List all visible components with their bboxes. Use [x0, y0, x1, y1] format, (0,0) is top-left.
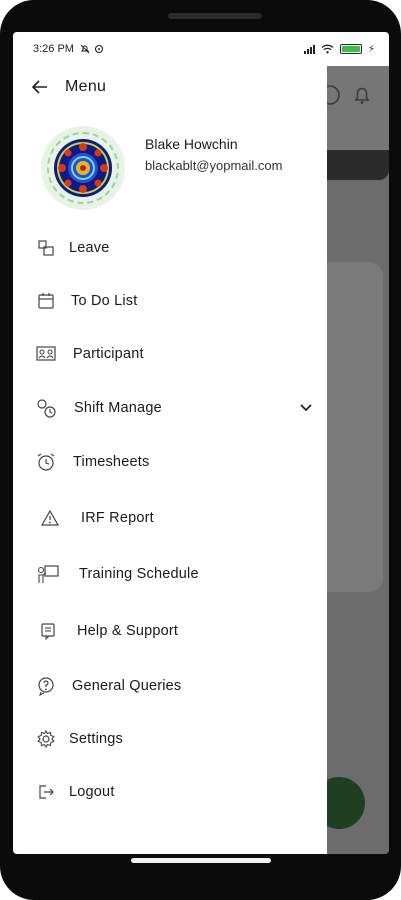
phone-frame: 3:26 PM ⚡ Menu Blake Howchin blackablt@y… — [0, 0, 401, 900]
back-arrow-icon[interactable] — [31, 78, 49, 96]
status-bar: 3:26 PM ⚡ — [13, 32, 389, 66]
status-notification-icons — [80, 44, 104, 54]
menu-item-shift-manage[interactable]: Shift Manage — [35, 388, 313, 428]
menu-label-general-queries: General Queries — [72, 678, 182, 694]
menu-item-settings[interactable]: Settings — [35, 719, 313, 759]
profile-name: Blake Howchin — [145, 136, 238, 152]
home-indicator[interactable] — [131, 858, 271, 863]
bell-icon[interactable] — [351, 84, 373, 106]
leave-icon — [35, 237, 57, 259]
menu-item-help-support[interactable]: Help & Support — [35, 611, 313, 651]
drawer-title: Menu — [65, 78, 107, 95]
menu-item-timesheets[interactable]: Timesheets — [35, 442, 313, 482]
charging-icon: ⚡ — [367, 43, 375, 55]
sync-icon — [94, 44, 104, 54]
participant-icon — [35, 343, 57, 365]
menu-item-participant[interactable]: Participant — [35, 334, 313, 374]
menu-item-general-queries[interactable]: General Queries — [35, 666, 313, 706]
drawer-header: Menu — [31, 78, 106, 96]
menu-item-training-schedule[interactable]: Training Schedule — [35, 554, 313, 594]
queries-icon — [35, 675, 57, 697]
signal-icon — [303, 44, 315, 54]
avatar-ring — [47, 132, 119, 204]
chevron-down-icon[interactable] — [299, 401, 313, 415]
menu-label-logout: Logout — [69, 784, 115, 800]
menu-label-irf-report: IRF Report — [81, 510, 154, 526]
profile-email: blackablt@yopmail.com — [145, 158, 283, 173]
screen: 3:26 PM ⚡ Menu Blake Howchin blackablt@y… — [13, 32, 389, 854]
help-icon — [37, 620, 59, 642]
calendar-icon — [35, 290, 57, 312]
avatar-mandala-image — [54, 139, 112, 197]
menu-label-timesheets: Timesheets — [73, 454, 150, 470]
menu-label-leave: Leave — [69, 240, 110, 256]
menu-label-settings: Settings — [69, 731, 123, 747]
profile-section[interactable]: Blake Howchin blackablt@yopmail.com — [41, 126, 285, 210]
menu-label-to-do-list: To Do List — [71, 293, 138, 309]
menu-item-to-do-list[interactable]: To Do List — [35, 281, 313, 321]
menu-label-shift-manage: Shift Manage — [74, 400, 162, 416]
status-right-icons: ⚡ — [303, 43, 375, 55]
alarm-clock-icon — [35, 451, 57, 473]
menu-label-participant: Participant — [73, 346, 144, 362]
menu-item-leave[interactable]: Leave — [35, 228, 313, 268]
warning-icon — [39, 507, 61, 529]
shift-icon — [35, 397, 57, 419]
menu-label-training-schedule: Training Schedule — [79, 566, 199, 582]
profile-text: Blake Howchin blackablt@yopmail.com — [145, 126, 285, 210]
background-header-icons — [319, 84, 373, 106]
logout-icon — [35, 781, 57, 803]
battery-fill — [341, 46, 360, 52]
speaker-grille — [168, 13, 262, 19]
menu-item-irf-report[interactable]: IRF Report — [35, 498, 313, 538]
avatar[interactable] — [41, 126, 125, 210]
notification-muted-icon — [80, 44, 90, 54]
wifi-icon — [321, 44, 334, 54]
menu-item-logout[interactable]: Logout — [35, 772, 313, 812]
settings-icon — [35, 728, 57, 750]
training-icon — [37, 563, 59, 585]
status-time: 3:26 PM — [33, 43, 74, 55]
battery-icon — [339, 44, 362, 54]
menu-label-help-support: Help & Support — [77, 623, 179, 639]
